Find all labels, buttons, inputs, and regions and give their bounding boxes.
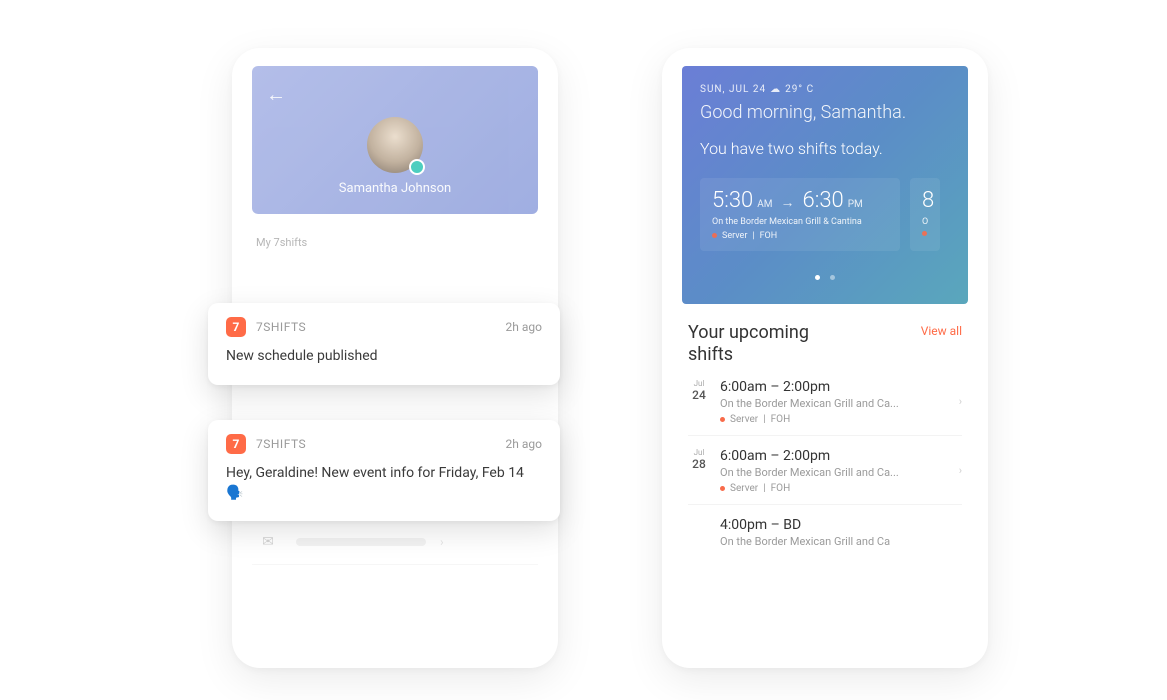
upcoming-shift-row[interactable]: Jul 28 6:00am – 2:00pm On the Border Mex… (688, 436, 962, 505)
app-icon: 7 (226, 434, 246, 454)
placeholder-bar (296, 538, 426, 546)
avatar-wrap[interactable] (367, 117, 423, 173)
role-dot-icon (720, 417, 725, 422)
back-arrow-icon[interactable]: ← (266, 82, 524, 107)
upcoming-section: Your upcoming shifts View all Jul 24 6:0… (682, 304, 968, 558)
notification-app-name: 7SHIFTS (256, 320, 496, 334)
pager-dot[interactable] (830, 275, 835, 280)
divider: | (763, 414, 765, 425)
view-all-link[interactable]: View all (921, 324, 962, 338)
role-dot-icon (720, 486, 725, 491)
mail-icon: ✉ (258, 534, 278, 550)
shift-time-range: 6:00am – 2:00pm (720, 379, 949, 395)
upcoming-shift-row[interactable]: 4:00pm – BD On the Border Mexican Grill … (688, 505, 962, 558)
hero-greeting: Good morning, Samantha. (700, 101, 950, 124)
shift-dept: FOH (771, 414, 791, 425)
shift-start-time: 5:30 (712, 188, 753, 213)
shift-role: Server (722, 231, 747, 241)
shift-venue: On the Border Mexican Grill and Ca... (720, 397, 949, 410)
shift-venue: On the Border Mexican Grill and Ca... (720, 466, 949, 479)
chevron-right-icon: › (440, 535, 444, 549)
hero-date-row: SUN, JUL 24 ☁ 29° C (700, 84, 950, 95)
divider: | (752, 231, 754, 241)
shift-location: On the Border Mexican Grill & Cantina (712, 217, 888, 227)
divider: | (763, 483, 765, 494)
notification-body: Hey, Geraldine! New event info for Frida… (226, 464, 542, 503)
profile-name: Samantha Johnson (266, 181, 524, 196)
phone-right: SUN, JUL 24 ☁ 29° C Good morning, Samant… (662, 48, 988, 668)
role-dot-icon (712, 233, 717, 238)
notification-card[interactable]: 7 7SHIFTS 2h ago New schedule published (208, 303, 560, 385)
role-dot-icon (922, 231, 927, 236)
notification-time: 2h ago (506, 320, 542, 334)
shift-time-range: 6:00am – 2:00pm (720, 448, 949, 464)
hero-message: You have two shifts today. (700, 138, 950, 160)
date-day: 28 (688, 457, 710, 471)
shift-location: O (922, 217, 928, 227)
notification-body: New schedule published (226, 347, 542, 367)
date-month: Jul (688, 379, 710, 388)
shift-start-ampm: AM (757, 199, 772, 210)
upcoming-title: Your upcoming shifts (688, 322, 828, 367)
shift-role: Server (730, 414, 758, 425)
arrow-right-icon: → (781, 194, 795, 211)
shift-card[interactable]: 5:30 AM → 6:30 PM On the Border Mexican … (700, 178, 900, 251)
chevron-right-icon: › (959, 464, 962, 477)
shift-end-time: 6:30 (803, 188, 844, 213)
date-month: Jul (688, 448, 710, 457)
section-label: My 7shifts (256, 236, 534, 249)
shift-venue: On the Border Mexican Grill and Ca (720, 535, 962, 548)
avatar-status-badge (409, 159, 425, 175)
hero-date: SUN, JUL 24 (700, 84, 766, 95)
date-day: 24 (688, 388, 710, 402)
pager-dot-active[interactable] (815, 275, 820, 280)
shift-time-range: 4:00pm – BD (720, 517, 962, 533)
shift-card-peek[interactable]: 8 O (910, 178, 940, 251)
hero-temp: 29° C (785, 84, 814, 95)
profile-card: ← Samantha Johnson (252, 66, 538, 214)
upcoming-shift-row[interactable]: Jul 24 6:00am – 2:00pm On the Border Mex… (688, 367, 962, 436)
shift-tags: Server | FOH (712, 231, 888, 241)
shift-dept: FOH (760, 231, 778, 241)
notification-card[interactable]: 7 7SHIFTS 2h ago Hey, Geraldine! New eve… (208, 420, 560, 521)
shift-role: Server (730, 483, 758, 494)
shift-dept: FOH (771, 483, 791, 494)
notification-app-name: 7SHIFTS (256, 437, 496, 451)
app-icon: 7 (226, 317, 246, 337)
chevron-right-icon: › (959, 395, 962, 408)
weather-icon: ☁ (770, 84, 781, 95)
settings-row[interactable]: ✉ › (252, 520, 538, 565)
shift-end-ampm: PM (848, 199, 863, 210)
pager[interactable] (700, 265, 950, 284)
shift-start-time: 8 (922, 188, 934, 213)
hero-card: SUN, JUL 24 ☁ 29° C Good morning, Samant… (682, 66, 968, 304)
shift-cards[interactable]: 5:30 AM → 6:30 PM On the Border Mexican … (700, 178, 950, 251)
notification-time: 2h ago (506, 437, 542, 451)
